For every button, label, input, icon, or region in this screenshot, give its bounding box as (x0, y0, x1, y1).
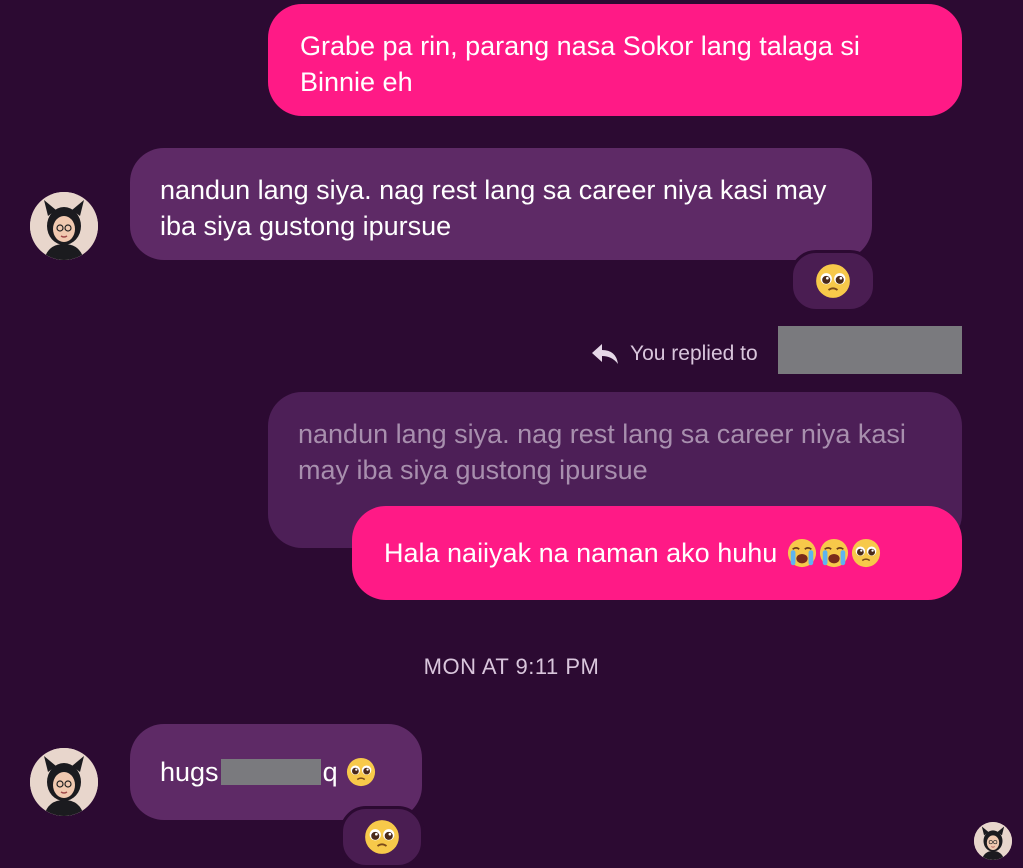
redacted-name (778, 326, 962, 374)
message-text: Grabe pa rin, parang nasa Sokor lang tal… (300, 31, 860, 97)
message-text: hugs (160, 757, 219, 787)
reaction-badge[interactable] (340, 806, 424, 868)
incoming-message[interactable]: nandun lang siya. nag rest lang sa caree… (130, 148, 872, 260)
pleading-face-icon (346, 757, 376, 787)
message-text: Hala naiiyak na naman ako huhu (384, 538, 778, 568)
avatar[interactable] (30, 748, 98, 816)
redacted-text (220, 759, 321, 785)
reply-arrow-icon (592, 344, 618, 364)
loudly-crying-face-icon (787, 538, 817, 568)
outgoing-message[interactable]: Grabe pa rin, parang nasa Sokor lang tal… (268, 4, 962, 116)
reaction-badge[interactable] (790, 250, 876, 312)
profile-photo (30, 192, 98, 260)
message-text: nandun lang siya. nag rest lang sa caree… (160, 175, 827, 241)
quoted-text: nandun lang siya. nag rest lang sa caree… (298, 419, 906, 485)
timestamp: MON AT 9:11 PM (423, 654, 600, 679)
pleading-face-icon (851, 538, 881, 568)
outgoing-message[interactable]: Hala naiiyak na naman ako huhu (352, 506, 962, 600)
replied-label: You replied to (630, 342, 758, 365)
message-text-suffix: q (322, 757, 338, 787)
loudly-crying-face-icon (819, 538, 849, 568)
profile-photo (30, 748, 98, 816)
reply-context: You replied to (590, 332, 758, 376)
read-receipt-avatar (974, 822, 1012, 860)
avatar[interactable] (30, 192, 98, 260)
pleading-face-icon (815, 263, 851, 299)
profile-photo (974, 822, 1012, 860)
pleading-face-icon (364, 819, 400, 855)
